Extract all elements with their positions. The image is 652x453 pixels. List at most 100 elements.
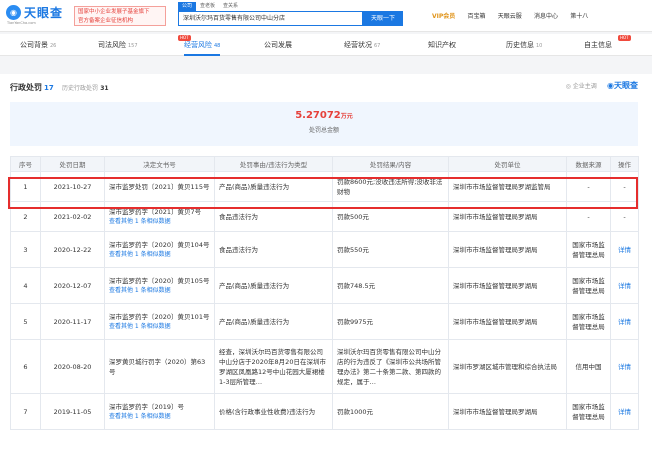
search-input[interactable]: 深圳沃尔玛百货零售有限公司中山分店: [178, 11, 363, 26]
tab-history[interactable]: 历史信息 10: [506, 34, 542, 56]
detail-link[interactable]: 详情: [610, 339, 639, 394]
brand-label: 天眼查: [614, 81, 638, 90]
cell-unit: 深圳市市场监督管理局罗湖局: [448, 267, 567, 304]
tab-label: 知识产权: [428, 41, 456, 49]
cell-reason: 价格(含行政事业性收费)违法行为: [214, 393, 333, 430]
section-title: 行政处罚: [10, 83, 42, 92]
table-header-row: 序号 处罚日期 决定文书号 处罚事由/违法行为类型 处罚结果/内容 处罚单位 数…: [10, 156, 639, 172]
search-tab-company[interactable]: 公司: [178, 2, 197, 11]
cell-action: -: [610, 201, 639, 232]
cell-doc: 深市监罗药字〔2020〕黄贝104号 查看其他 1 条相似数据: [104, 231, 215, 268]
doc-number: 深市监罗药字〔2019〕号: [109, 402, 185, 411]
cell-doc: 深市监罗药字〔2019〕号 查看其他 1 条相似数据: [104, 393, 215, 430]
similar-data-link[interactable]: 查看其他 1 条相似数据: [109, 217, 210, 227]
history-count: 31: [100, 85, 109, 92]
table-row: 3 2020-12-22 深市监罗药字〔2020〕黄贝104号 查看其他 1 条相…: [10, 231, 639, 268]
cell-index: 5: [10, 303, 41, 340]
tab-count: 157: [128, 43, 138, 49]
cell-reason: 产品(商品)质量违法行为: [214, 303, 333, 340]
tab-label: 经营状况: [344, 41, 372, 49]
section-header: 行政处罚 17 历史行政处罚 31: [10, 82, 109, 93]
tab-ip[interactable]: 知识产权: [428, 34, 456, 56]
cell-date: 2020-11-17: [40, 303, 105, 340]
detail-link[interactable]: 详情: [610, 231, 639, 268]
logo-eye-icon: ◉: [6, 5, 21, 20]
main-panel: 行政处罚 17 历史行政处罚 31 ◎ 企业主调 ◉天眼查 5.27072万元 处…: [0, 74, 652, 453]
cell-result: 罚款500元: [332, 201, 449, 232]
doc-number: 深市监罗处罚〔2021〕黄贝115号: [109, 182, 210, 191]
col-reason: 处罚事由/违法行为类型: [214, 156, 333, 172]
qz-link[interactable]: ◎ 企业主调: [566, 83, 597, 90]
cell-unit: 深圳市市场监督管理局罗湖局: [448, 303, 567, 340]
cell-doc: 深罗黄贝城行罚字（2020）第63号: [104, 339, 215, 394]
cell-date: 2020-12-07: [40, 267, 105, 304]
cell-date: 2021-02-02: [40, 201, 105, 232]
section-header-right: ◎ 企业主调 ◉天眼查: [566, 80, 638, 91]
table-row: 6 2020-08-20 深罗黄贝城行罚字（2020）第63号 经查，深圳沃尔玛…: [10, 339, 639, 394]
detail-link[interactable]: 详情: [610, 303, 639, 340]
doc-number: 深市监罗药字〔2020〕黄贝101号: [109, 312, 210, 321]
logo-sub: TianYanCha.com: [7, 21, 36, 25]
cell-unit: 深圳市市场监督管理局罗湖局: [448, 393, 567, 430]
cell-reason: 经查，深圳沃尔玛百货零售有限公司中山分店于2020年8月20日在深圳市罗湖区凤凰…: [214, 339, 333, 394]
doc-number: 深罗黄贝城行罚字（2020）第63号: [109, 357, 206, 376]
top-nav: VIP会员 百宝箱 天眼云服 消息中心 第十八: [432, 11, 598, 20]
cell-doc: 深市监罗药字〔2020〕黄贝105号 查看其他 1 条相似数据: [104, 267, 215, 304]
qz-label: 企业主调: [572, 83, 597, 90]
cell-date: 2019-11-05: [40, 393, 105, 430]
total-label: 处罚总金额: [308, 127, 339, 134]
tab-self-info[interactable]: 自主信息: [584, 34, 612, 56]
cell-doc: 深市监罗药字〔2021〕黄贝7号 查看其他 1 条相似数据: [104, 201, 215, 232]
cell-result: 罚款8600元;没收违法所得;没收非法财物: [332, 171, 449, 202]
cell-index: 4: [10, 267, 41, 304]
cell-reason: 产品(商品)质量违法行为: [214, 267, 333, 304]
tab-count: 10: [536, 43, 543, 49]
history-link[interactable]: 历史行政处罚: [62, 85, 98, 92]
section-count: 17: [44, 84, 54, 92]
tab-operations[interactable]: 经营状况 67: [344, 34, 380, 56]
search-tabs: 公司 查老板 查关系: [178, 1, 242, 11]
table-row: 5 2020-11-17 深市监罗药字〔2020〕黄贝101号 查看其他 1 条相…: [10, 303, 639, 340]
search-button[interactable]: 天眼一下: [363, 11, 403, 26]
cell-result: 罚款9975元: [332, 303, 449, 340]
search-tab-relation[interactable]: 查关系: [219, 2, 242, 11]
nav-messages[interactable]: 消息中心: [534, 13, 558, 20]
nav-toolbox[interactable]: 百宝箱: [468, 13, 486, 20]
table-row: 1 2021-10-27 深市监罗处罚〔2021〕黄贝115号 产品(商品)质量…: [10, 171, 639, 202]
doc-number: 深市监罗药字〔2020〕黄贝104号: [109, 240, 210, 249]
col-result: 处罚结果/内容: [332, 156, 449, 172]
similar-data-link[interactable]: 查看其他 1 条相似数据: [109, 250, 210, 260]
tab-judicial-risk[interactable]: 司法风险 157: [98, 34, 138, 56]
cell-source: 国家市场监督管理总局: [566, 267, 611, 304]
cell-source: 信用中国: [566, 339, 611, 394]
nav-vip[interactable]: VIP会员: [432, 13, 455, 20]
cell-date: 2020-12-22: [40, 231, 105, 268]
nav-user[interactable]: 第十八: [570, 13, 588, 20]
search-tab-boss[interactable]: 查老板: [196, 2, 219, 11]
tab-development[interactable]: 公司发展: [264, 34, 292, 56]
nav-cloud[interactable]: 天眼云服: [498, 13, 522, 20]
cell-result: 罚款748.5元: [332, 267, 449, 304]
tab-background[interactable]: 公司背景 26: [20, 34, 56, 56]
doc-number: 深市监罗药字〔2021〕黄贝7号: [109, 207, 202, 216]
cell-index: 6: [10, 339, 41, 394]
tab-label: 自主信息: [584, 41, 612, 49]
penalty-table: 序号 处罚日期 决定文书号 处罚事由/违法行为类型 处罚结果/内容 处罚单位 数…: [10, 156, 639, 430]
category-tabs: 公司背景 26 司法风险 157 经营风险 48 公司发展 经营状况 67 知识产权 历…: [0, 34, 652, 56]
similar-data-link[interactable]: 查看其他 1 条相似数据: [109, 322, 210, 332]
similar-data-link[interactable]: 查看其他 1 条相似数据: [109, 412, 210, 422]
cell-source: 国家市场监督管理总局: [566, 231, 611, 268]
logo-text: 天眼查: [24, 6, 64, 20]
logo[interactable]: ◉ 天眼查 TianYanCha.com: [6, 4, 70, 28]
badge-line1: 国家中小企业发展子基金旗下: [78, 9, 150, 15]
cell-result: 罚款1000元: [332, 393, 449, 430]
col-index: 序号: [10, 156, 41, 172]
cell-date: 2020-08-20: [40, 339, 105, 394]
tab-label: 司法风险: [98, 41, 126, 49]
detail-link[interactable]: 详情: [610, 393, 639, 430]
detail-link[interactable]: 详情: [610, 267, 639, 304]
cell-source: -: [566, 201, 611, 232]
col-date: 处罚日期: [40, 156, 105, 172]
table-row: 7 2019-11-05 深市监罗药字〔2019〕号 查看其他 1 条相似数据 价…: [10, 393, 639, 430]
similar-data-link[interactable]: 查看其他 1 条相似数据: [109, 286, 210, 296]
